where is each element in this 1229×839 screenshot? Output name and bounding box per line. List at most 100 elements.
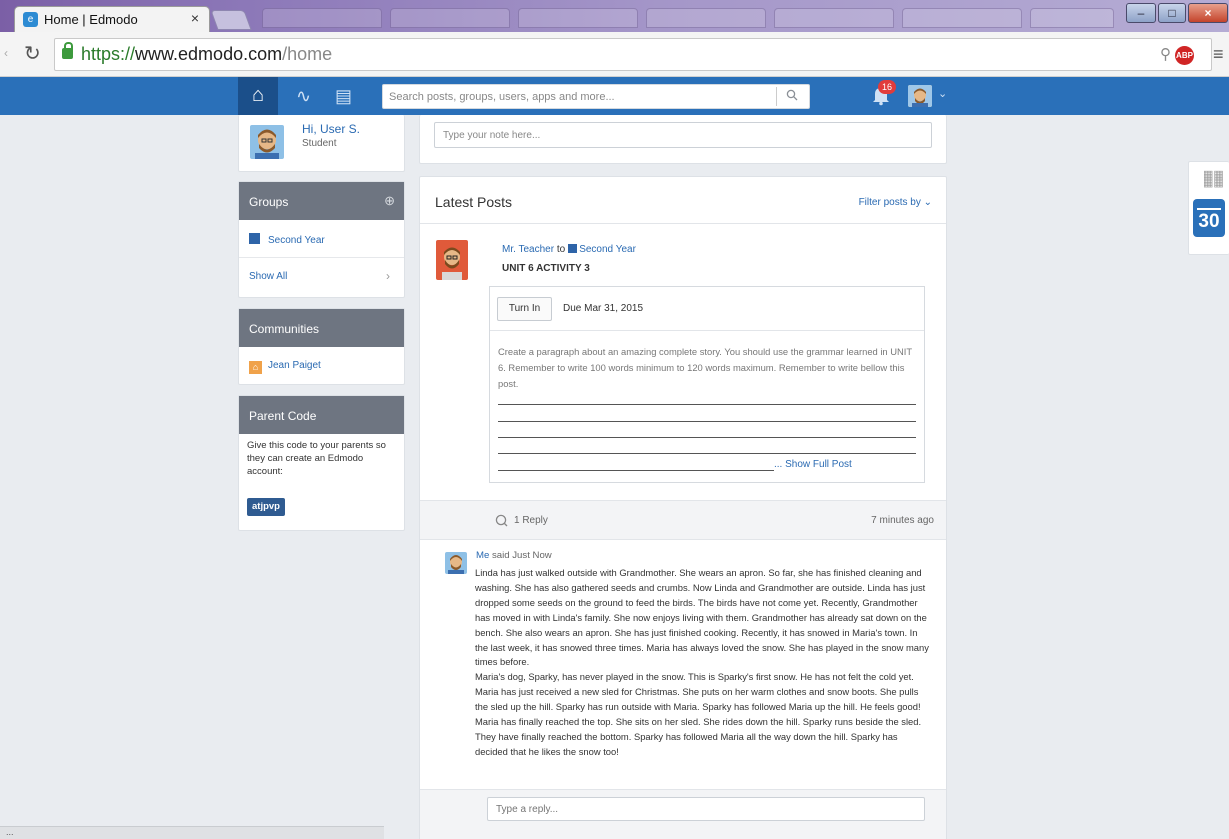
- reload-icon[interactable]: ↻: [24, 41, 41, 66]
- avatar-icon: [250, 125, 284, 159]
- group-label: Second Year: [268, 235, 325, 246]
- browser-tab[interactable]: [774, 8, 894, 28]
- sidebar-item-jean-paiget[interactable]: ⌂ Jean Paiget: [239, 347, 404, 385]
- url-text[interactable]: https://www.edmodo.com/home: [81, 44, 332, 65]
- tab-title: Home | Edmodo: [44, 12, 138, 27]
- browser-tab-active[interactable]: e Home | Edmodo ×: [14, 6, 210, 32]
- search-input[interactable]: [389, 88, 769, 106]
- adblock-plus-icon[interactable]: ABP: [1175, 46, 1194, 65]
- teacher-avatar[interactable]: [436, 240, 468, 280]
- profile-role: Student: [302, 138, 337, 149]
- right-widget-panel: ▦▦ ▦▦ 30: [1188, 161, 1229, 255]
- parent-code-description: Give this code to your parents so they c…: [247, 440, 386, 477]
- apps-grid-icon[interactable]: ▦▦ ▦▦: [1203, 170, 1224, 189]
- note-input[interactable]: [434, 122, 932, 148]
- answer-line: [498, 437, 916, 438]
- note-composer: [419, 115, 947, 164]
- calendar-day: 30: [1198, 211, 1220, 232]
- new-tab-button[interactable]: [210, 10, 252, 30]
- browser-tab[interactable]: [1030, 8, 1114, 28]
- profile-name[interactable]: Hi, User S.: [302, 122, 360, 136]
- minimize-button[interactable]: –: [1126, 3, 1156, 23]
- browser-toolbar: ‹ ↻ https://www.edmodo.com/home ⚲ ☆: [0, 32, 1229, 77]
- window-titlebar: e Home | Edmodo × – □ ×: [0, 0, 1229, 32]
- maximize-button[interactable]: □: [1158, 3, 1186, 23]
- calendar-icon[interactable]: 30: [1193, 199, 1225, 237]
- search-divider: [776, 87, 777, 106]
- group-color-icon: [568, 244, 578, 253]
- browser-tab[interactable]: [390, 8, 510, 28]
- sidebar-item-second-year[interactable]: Second Year: [239, 220, 404, 258]
- filter-label: Filter posts by: [858, 197, 921, 208]
- filter-posts-dropdown[interactable]: Filter posts by ⌄: [859, 197, 932, 208]
- browser-status-bar: ...: [0, 826, 384, 839]
- parent-code-panel: Parent Code Give this code to your paren…: [238, 395, 405, 531]
- avatar-icon: [436, 240, 468, 280]
- zoom-icon[interactable]: ⚲: [1160, 45, 1171, 63]
- show-all-label: Show All: [249, 271, 288, 282]
- post-title: UNIT 6 ACTIVITY 3: [502, 263, 590, 274]
- add-group-icon[interactable]: ⊕: [384, 193, 395, 209]
- answer-line: [498, 421, 916, 422]
- search-bar: [382, 84, 810, 109]
- browser-tab[interactable]: [902, 8, 1022, 28]
- groups-title: Groups: [249, 195, 289, 209]
- assignment-box: Turn In Due Mar 31, 2015 Create a paragr…: [489, 286, 925, 483]
- turn-in-button[interactable]: Turn In: [497, 297, 552, 321]
- browser-tab[interactable]: [646, 8, 766, 28]
- post-footer: 1 Reply 7 minutes ago: [420, 500, 946, 540]
- parent-code-title: Parent Code: [249, 409, 317, 423]
- reply-input[interactable]: [487, 797, 925, 821]
- community-icon: ⌂: [249, 361, 262, 374]
- communities-header: Communities: [239, 309, 404, 347]
- browser-tab[interactable]: [262, 8, 382, 28]
- show-full-post-link[interactable]: ... Show Full Post: [774, 459, 852, 470]
- user-avatar-menu[interactable]: [908, 85, 932, 107]
- reply-byline: Me said Just Now: [476, 550, 552, 561]
- answer-line: [498, 453, 916, 454]
- community-label: Jean Paiget: [268, 360, 321, 371]
- assignment-description: Create a paragraph about an amazing comp…: [498, 346, 912, 389]
- address-bar[interactable]: https://www.edmodo.com/home ⚲ ☆: [54, 38, 1212, 71]
- chevron-down-icon[interactable]: ⌄: [938, 87, 947, 100]
- answer-line: [498, 470, 774, 471]
- answer-line: [498, 404, 916, 405]
- browser-tab[interactable]: [518, 8, 638, 28]
- activity-icon[interactable]: ∿: [296, 77, 311, 115]
- edmodo-favicon-icon: e: [23, 12, 38, 27]
- assignment-header: [490, 287, 924, 331]
- groups-header: Groups ⊕: [239, 182, 404, 220]
- chevron-right-icon: ›: [386, 269, 390, 283]
- planner-icon[interactable]: ▤: [335, 77, 352, 115]
- groups-panel: Groups ⊕ Second Year Show All ›: [238, 181, 405, 298]
- home-icon[interactable]: ⌂: [238, 77, 278, 115]
- reply-count[interactable]: 1 Reply: [514, 515, 548, 526]
- reply-time: said Just Now: [492, 550, 552, 561]
- communities-title: Communities: [249, 322, 320, 336]
- reply-avatar[interactable]: [445, 552, 467, 574]
- post-author-link[interactable]: Mr. Teacher: [502, 244, 554, 255]
- parent-code-value[interactable]: atjpvp: [247, 498, 285, 516]
- reply-author-link[interactable]: Me: [476, 550, 489, 561]
- back-icon[interactable]: ‹: [4, 46, 8, 60]
- close-window-button[interactable]: ×: [1188, 3, 1228, 23]
- post-byline: Mr. Teacher to Second Year: [502, 244, 636, 255]
- post-to: to: [556, 244, 566, 255]
- tab-close-icon[interactable]: ×: [191, 10, 199, 26]
- chevron-down-icon: ⌄: [923, 197, 932, 208]
- comment-icon[interactable]: [495, 514, 508, 527]
- notification-badge: 16: [878, 80, 896, 94]
- post-group-link[interactable]: Second Year: [579, 244, 636, 255]
- communities-panel: Communities ⌂ Jean Paiget: [238, 308, 405, 385]
- search-icon[interactable]: [786, 89, 798, 101]
- groups-show-all[interactable]: Show All ›: [239, 258, 404, 296]
- lock-icon: [62, 42, 73, 59]
- feed-title: Latest Posts: [435, 194, 513, 210]
- calendar-rings: [1197, 202, 1221, 210]
- browser-menu-icon[interactable]: ≡: [1213, 44, 1224, 65]
- avatar[interactable]: [250, 125, 284, 159]
- reply-composer: [420, 789, 946, 839]
- divider: [420, 223, 946, 224]
- reply-text: Linda has just walked outside with Grand…: [475, 567, 929, 757]
- parent-code-header: Parent Code: [239, 396, 404, 434]
